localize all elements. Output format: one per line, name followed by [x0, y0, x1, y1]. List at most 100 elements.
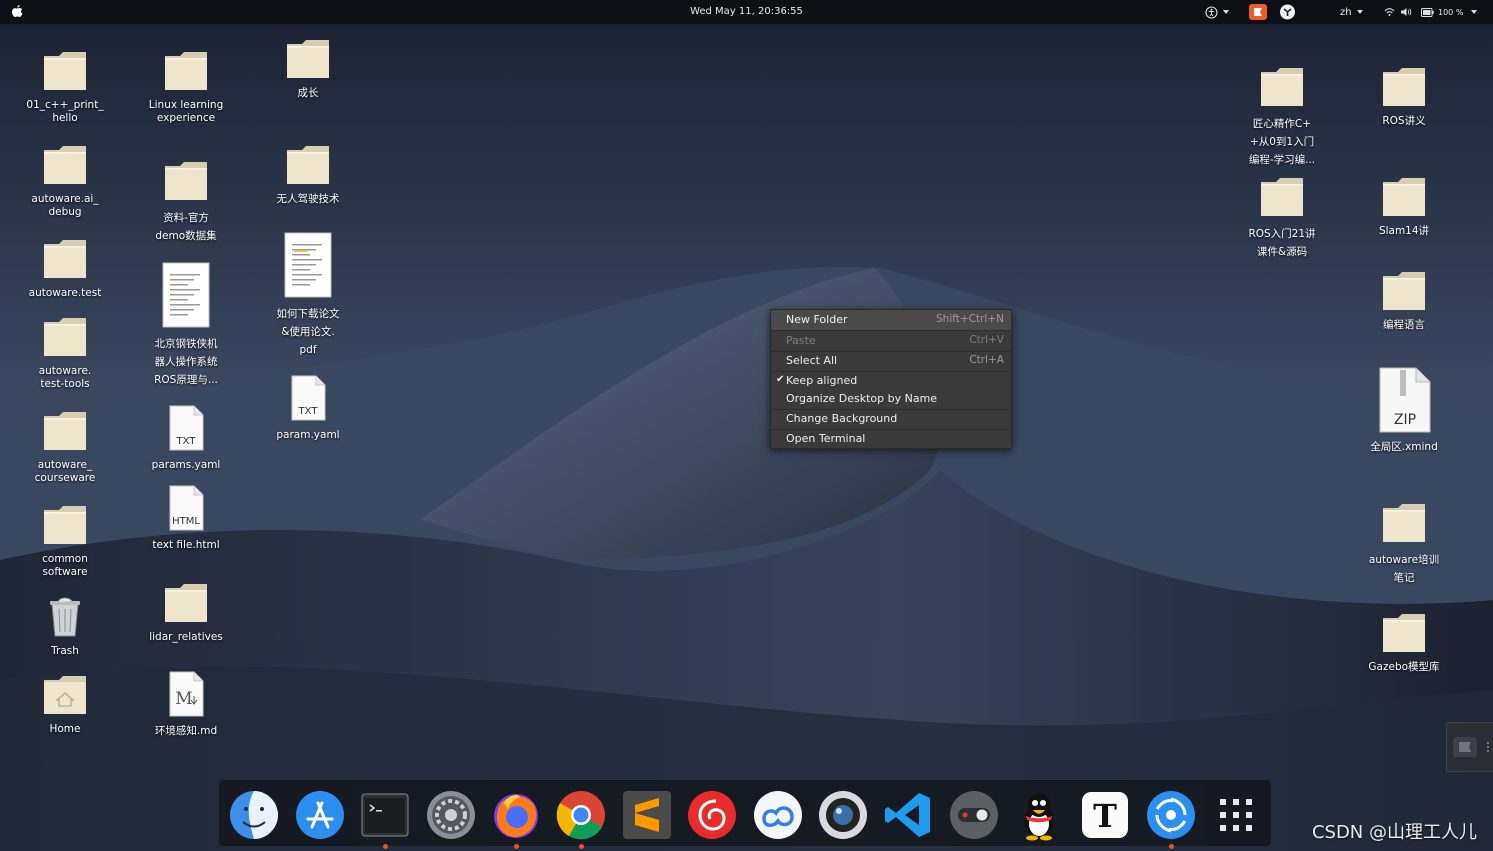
menu-item-keep-aligned[interactable]: ✔ Keep aligned	[771, 371, 1011, 391]
menu-item-select-all[interactable]: Select All Ctrl+A	[771, 351, 1011, 371]
svg-text:TXT: TXT	[176, 436, 197, 447]
desktop-item-label: Trash	[51, 645, 79, 657]
pdf-thumbnail-icon	[258, 232, 358, 302]
desktop-item-label: Home	[49, 723, 81, 735]
desktop-item[interactable]: 无人驾驶技术	[258, 142, 358, 206]
folder-icon	[136, 158, 236, 206]
camera-icon	[819, 791, 867, 839]
desktop-item-label: param.yaml	[276, 429, 340, 441]
desktop-item[interactable]: 编程语言	[1354, 268, 1454, 332]
desktop-item[interactable]: ROS入门21讲 课件&源码	[1232, 174, 1332, 261]
finder-icon	[230, 791, 278, 839]
desktop-item[interactable]: common software	[15, 502, 115, 579]
desktop-item-label: common software	[42, 553, 88, 578]
desktop-item[interactable]: 匠心精作C+ +从0到1入门 编程-学习编...	[1232, 64, 1332, 169]
desktop-item[interactable]: TXT params.yaml	[136, 404, 236, 472]
trash-icon	[15, 596, 115, 642]
desktop-item[interactable]: 01_c++_print_ hello	[15, 48, 115, 125]
running-indicator	[579, 844, 584, 849]
folder-icon	[136, 580, 236, 628]
desktop-item[interactable]: autoware. test-tools	[15, 314, 115, 391]
menu-item-new-folder[interactable]: New Folder Shift+Ctrl+N	[771, 310, 1011, 330]
dock-item[interactable]	[686, 789, 738, 841]
accessibility-menu[interactable]	[1205, 4, 1229, 20]
top-panel: Wed May 11, 20:36:55 zh 100 %	[0, 0, 1493, 24]
desktop-item-label: text file.html	[152, 539, 220, 551]
vscode-icon	[885, 793, 930, 837]
folder-icon	[1354, 610, 1454, 658]
document-thumbnail-icon	[136, 262, 236, 332]
zip-file-icon: ZIP	[1354, 366, 1454, 438]
menu-item-change-background[interactable]: Change Background	[771, 409, 1011, 429]
desktop-item-label: 01_c++_print_ hello	[26, 99, 104, 124]
show-applications-icon	[1220, 799, 1252, 831]
desktop-item[interactable]: Gazebo模型库	[1354, 610, 1454, 674]
desktop-item[interactable]: 成长	[258, 36, 358, 100]
dock-item[interactable]	[555, 789, 607, 849]
desktop-item-label: Gazebo模型库	[1368, 661, 1440, 673]
desktop-item-label: autoware. test-tools	[38, 365, 92, 390]
dock-item[interactable]	[817, 789, 869, 841]
desktop-item[interactable]: Home	[15, 672, 115, 736]
dock-item[interactable]	[882, 789, 934, 841]
svg-text:HTML: HTML	[172, 516, 200, 527]
desktop-item-label: autoware.test	[28, 287, 102, 299]
dock-item[interactable]	[359, 789, 411, 849]
desktop-item[interactable]: ZIP 全局区.xmind	[1354, 366, 1454, 454]
svg-text:TXT: TXT	[298, 406, 319, 417]
dock-item[interactable]	[752, 789, 804, 841]
desktop-item[interactable]: Linux learning experience	[136, 48, 236, 125]
desktop-item[interactable]: autoware_ courseware	[15, 408, 115, 485]
menu-item-label: Paste	[786, 334, 816, 347]
desktop-item[interactable]: TXT param.yaml	[258, 374, 358, 442]
language-menu[interactable]: zh	[1340, 4, 1363, 20]
dock-item[interactable]	[228, 789, 280, 841]
desktop-item[interactable]: Trash	[15, 596, 115, 658]
desktop-item[interactable]: Slam14讲	[1354, 174, 1454, 238]
menu-item-paste[interactable]: Paste Ctrl+V	[771, 331, 1011, 351]
menu-item-shortcut: Ctrl+A	[969, 354, 1004, 366]
desktop-item[interactable]: 如何下载论文 &使用论文. pdf	[258, 232, 358, 359]
flag-app-icon	[1249, 4, 1267, 20]
desktop-item[interactable]: autoware.test	[15, 236, 115, 300]
dock-item[interactable]	[948, 789, 1000, 841]
text-file-icon: TXT	[258, 374, 358, 426]
menu-item-open-terminal[interactable]: Open Terminal	[771, 429, 1011, 449]
desktop-item[interactable]: HTML text file.html	[136, 484, 236, 552]
dock-item[interactable]	[1210, 789, 1262, 841]
dock-item[interactable]	[294, 789, 346, 841]
menu-item-organize-desktop[interactable]: Organize Desktop by Name	[771, 389, 1011, 409]
dock-item[interactable]: T	[1079, 789, 1131, 841]
tray-app-orange[interactable]	[1249, 4, 1267, 20]
tray-app-circle[interactable]	[1279, 4, 1296, 20]
folder-icon	[1354, 500, 1454, 548]
dock-item[interactable]	[1013, 789, 1065, 841]
dock-item[interactable]	[1145, 789, 1197, 849]
desktop-item[interactable]: lidar_relatives	[136, 580, 236, 644]
folder-icon	[15, 48, 115, 96]
text-file-icon: TXT	[136, 404, 236, 456]
menu-item-label: Select All	[786, 354, 838, 367]
clock[interactable]: Wed May 11, 20:36:55	[0, 6, 1493, 17]
desktop-item[interactable]: 资料-官方 demo数据集	[136, 158, 236, 245]
desktop-item[interactable]: 北京钢铁侠机 器人操作系统 ROS原理与...	[136, 262, 236, 389]
desktop-item[interactable]: autoware培训 笔记	[1354, 500, 1454, 587]
desktop-item[interactable]: M 环境感知.md	[136, 670, 236, 738]
desktop-item-label: 编程语言	[1383, 319, 1425, 331]
desktop-item-label: autoware_ courseware	[34, 459, 96, 484]
dock: T	[219, 780, 1271, 849]
language-label: zh	[1340, 6, 1352, 18]
side-panel-handle[interactable]	[1446, 722, 1493, 772]
running-indicator	[1169, 844, 1174, 849]
dock-item[interactable]	[425, 789, 477, 841]
dock-item[interactable]	[621, 789, 673, 841]
wifi-icon	[1384, 8, 1395, 16]
dock-item[interactable]	[490, 789, 542, 849]
desktop-item[interactable]: autoware.ai_ debug	[15, 142, 115, 219]
tray-circle-icon	[1280, 4, 1295, 20]
desktop-item[interactable]: ROS讲义	[1354, 64, 1454, 128]
menu-item-label: Open Terminal	[786, 432, 866, 445]
system-menu[interactable]: 100 %	[1384, 4, 1478, 20]
folder-icon	[1354, 174, 1454, 222]
typora-icon: T	[1082, 792, 1128, 838]
